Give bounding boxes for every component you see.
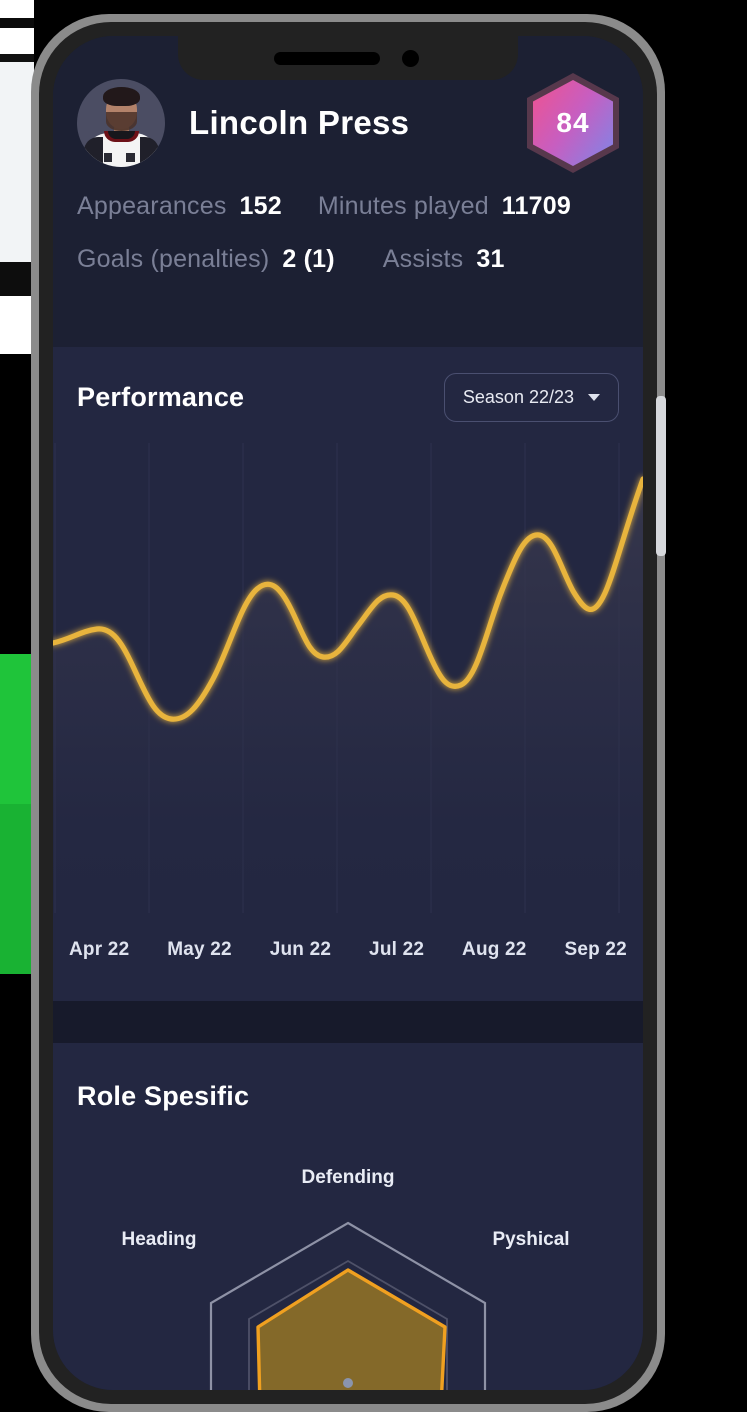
- x-tick-label: Apr 22: [69, 939, 130, 960]
- stats-row: Appearances 152 Minutes played 11709: [77, 192, 619, 221]
- stat-value: 2 (1): [282, 245, 335, 273]
- radar-chart[interactable]: Defending Heading Pyshical: [53, 1115, 643, 1390]
- page-title: Lincoln Press: [189, 104, 410, 141]
- performance-card: Performance Season 22/23 Apr 22 May 22 J…: [53, 347, 643, 1001]
- role-specific-title: Role Spesific: [77, 1081, 250, 1111]
- stat-value: 11709: [501, 192, 571, 220]
- x-tick-label: Jun 22: [269, 939, 332, 960]
- rating-badge: 84: [527, 73, 619, 173]
- performance-chart[interactable]: Apr 22 May 22 Jun 22 Jul 22 Aug 22 Sep 2…: [53, 443, 643, 1003]
- x-tick-label: Aug 22: [462, 939, 527, 960]
- screenshot-stage: Lincoln Press 84 Appearances 152 Minutes…: [0, 0, 747, 1412]
- player-header: Lincoln Press 84 Appearances 152 Minutes…: [53, 36, 643, 347]
- x-tick-label: Jul 22: [369, 939, 425, 960]
- stat-value: 152: [239, 192, 282, 220]
- performance-header: Performance Season 22/23: [53, 347, 643, 422]
- stat-label: Appearances: [77, 192, 227, 220]
- phone-notch: [178, 36, 518, 80]
- stat-label: Minutes played: [317, 192, 489, 220]
- chart-x-axis: Apr 22 May 22 Jun 22 Jul 22 Aug 22 Sep 2…: [53, 939, 643, 961]
- performance-title: Performance: [77, 382, 245, 412]
- chart-area: [53, 479, 643, 913]
- radar-label-pyshical: Pyshical: [492, 1229, 569, 1250]
- stat-appearances: Appearances 152: [77, 192, 282, 221]
- x-tick-label: May 22: [167, 939, 232, 960]
- phone-screen: Lincoln Press 84 Appearances 152 Minutes…: [53, 36, 643, 1390]
- player-stats: Appearances 152 Minutes played 11709 Goa…: [77, 178, 619, 274]
- player-identity-row: Lincoln Press 84: [77, 68, 619, 178]
- power-button[interactable]: [656, 396, 666, 556]
- stat-assists: Assists 31: [383, 245, 505, 274]
- rating-value: 84: [556, 107, 590, 138]
- radar-label-heading: Heading: [122, 1229, 197, 1250]
- front-camera-icon: [402, 50, 419, 67]
- avatar[interactable]: [77, 79, 165, 167]
- background-strip: [0, 0, 34, 1412]
- stat-label: Goals (penalties): [77, 245, 270, 273]
- speaker-pill-icon: [274, 52, 380, 65]
- radar-center-dot: [343, 1378, 353, 1388]
- stat-label: Assists: [382, 245, 464, 273]
- chevron-down-icon: [588, 394, 600, 401]
- role-specific-card: Role Spesific Defending Heading Pyshical: [53, 1043, 643, 1390]
- radar-series-player: [256, 1268, 447, 1390]
- radar-label-defending: Defending: [302, 1167, 395, 1188]
- section-divider: [53, 1001, 643, 1043]
- x-tick-label: Sep 22: [564, 939, 627, 960]
- season-dropdown-label: Season 22/23: [462, 387, 574, 407]
- season-dropdown[interactable]: Season 22/23: [443, 373, 619, 422]
- stat-goals-penalties: Goals (penalties) 2 (1): [77, 245, 335, 274]
- stats-row: Goals (penalties) 2 (1) Assists 31: [77, 245, 619, 274]
- stat-value: 31: [476, 245, 505, 273]
- stat-minutes-played: Minutes played 11709: [318, 192, 571, 221]
